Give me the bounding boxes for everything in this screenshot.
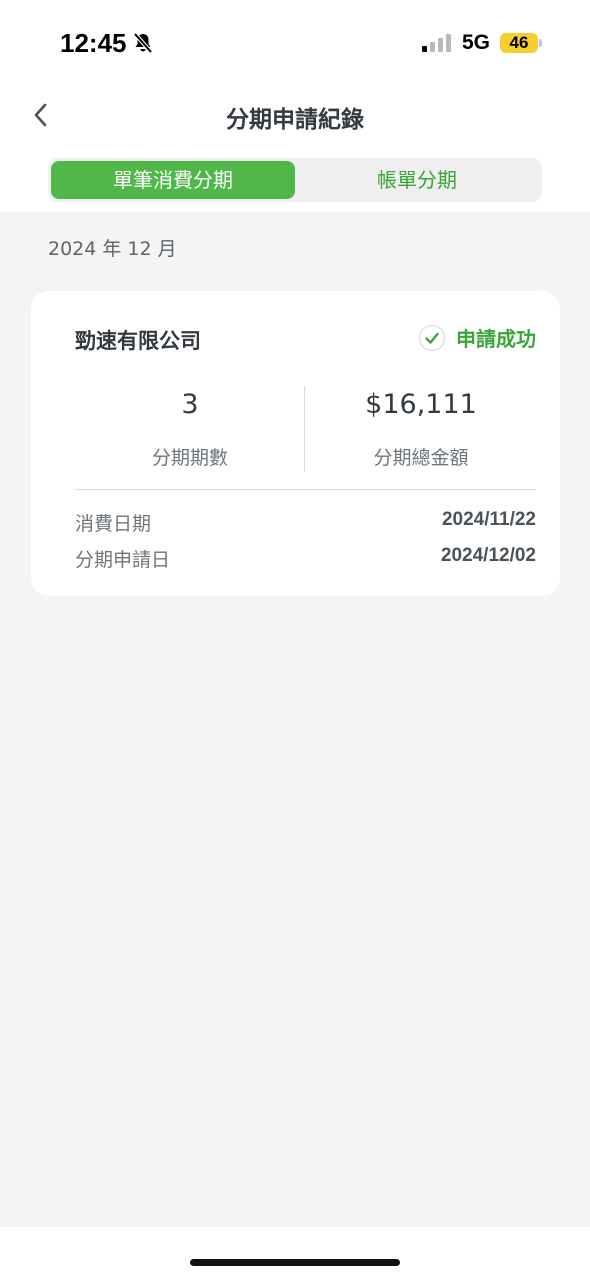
signal-icon xyxy=(422,34,451,52)
check-circle-icon xyxy=(418,324,446,351)
detail-value: 2024/11/22 xyxy=(441,509,536,530)
status-time: 12:45 xyxy=(60,28,127,58)
installment-record-card[interactable]: 勁速有限公司 申請成功 3 分期期數 $16,111 分期總金額 消費日期 20… xyxy=(31,291,560,596)
month-header: 2024 年 12 月 xyxy=(48,238,177,260)
status-badge: 申請成功 xyxy=(418,323,536,352)
detail-label: 分期申請日 xyxy=(75,549,171,571)
status-text: 申請成功 xyxy=(456,327,536,351)
amount-stat: $16,111 分期總金額 xyxy=(306,385,536,470)
network-label: 5G xyxy=(462,31,491,54)
merchant-name: 勁速有限公司 xyxy=(75,329,201,353)
amount-label: 分期總金額 xyxy=(373,447,469,469)
tabs-container: 單筆消費分期 帳單分期 xyxy=(0,152,590,212)
bottom-area xyxy=(0,1227,590,1279)
screen: 12:45 5G 46 分期申請紀錄 單筆消費分期 帳單分期 2024 年 12… xyxy=(0,0,590,1279)
bell-off-icon xyxy=(133,32,153,54)
home-indicator[interactable] xyxy=(190,1259,400,1266)
card-divider xyxy=(75,489,536,490)
stat-divider xyxy=(304,386,305,472)
tab-single-installment[interactable]: 單筆消費分期 xyxy=(51,161,295,199)
installments-stat: 3 分期期數 xyxy=(75,385,305,470)
detail-label: 消費日期 xyxy=(75,513,152,535)
battery-icon: 46 xyxy=(500,33,538,53)
segmented-tabs: 單筆消費分期 帳單分期 xyxy=(48,158,542,202)
amount-value: $16,111 xyxy=(365,389,477,420)
installments-label: 分期期數 xyxy=(151,447,228,469)
tab-bill-installment[interactable]: 帳單分期 xyxy=(295,161,539,199)
nav-bar: 分期申請紀錄 xyxy=(0,88,590,152)
battery-cap xyxy=(539,39,542,47)
status-bar: 12:45 5G 46 xyxy=(0,0,590,88)
page-title: 分期申請紀錄 xyxy=(226,107,364,133)
detail-value: 2024/12/02 xyxy=(440,545,536,566)
installments-value: 3 xyxy=(181,389,199,420)
detail-row-purchase-date: 消費日期 2024/11/22 xyxy=(75,509,536,536)
detail-row-application-date: 分期申請日 2024/12/02 xyxy=(75,545,536,572)
